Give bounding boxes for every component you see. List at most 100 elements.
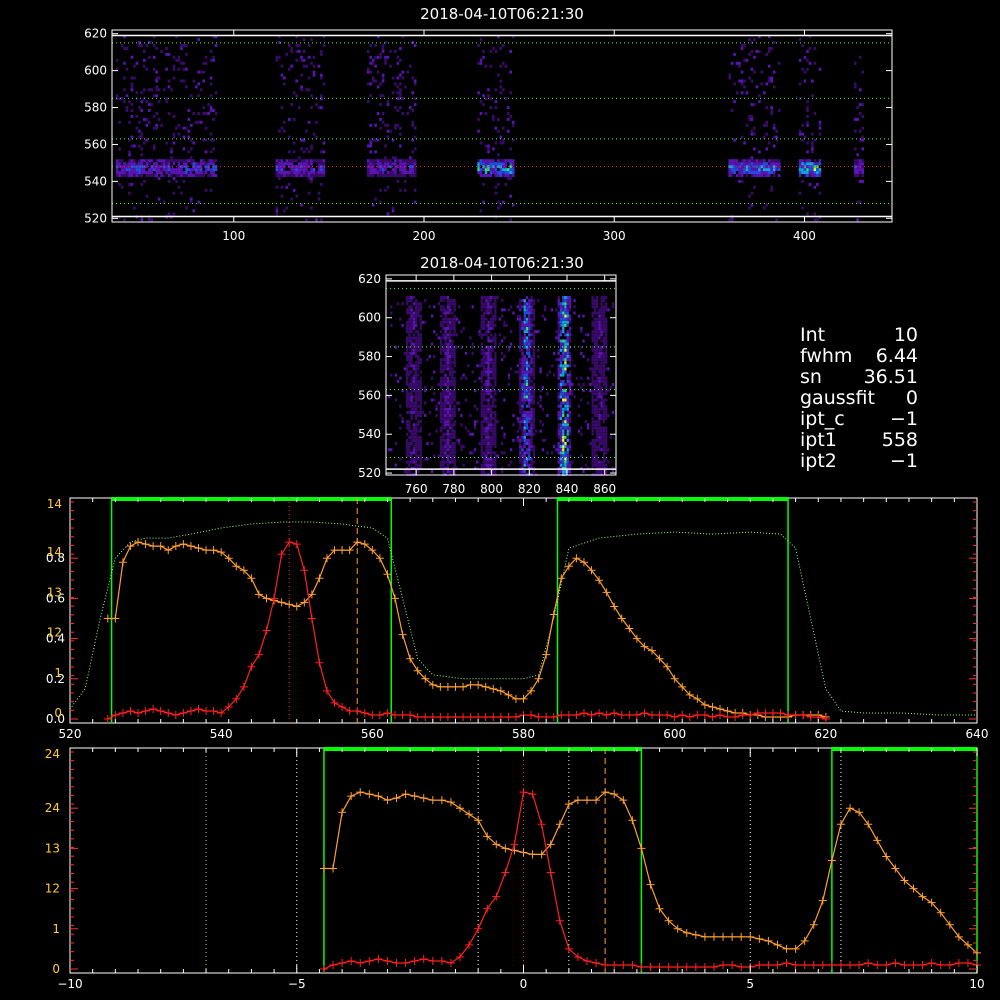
spectrogram-pixel bbox=[451, 410, 454, 414]
spectrogram-pixel bbox=[482, 417, 486, 421]
spectrogram-pixel bbox=[598, 351, 601, 355]
spectrogram-pixel bbox=[433, 355, 436, 358]
spectrogram-pixel bbox=[320, 174, 323, 177]
spectrogram-pixel bbox=[123, 174, 126, 177]
spectrogram-pixel bbox=[446, 435, 449, 439]
spectrogram-pixel bbox=[530, 460, 533, 464]
spectrogram-pixel bbox=[587, 376, 590, 380]
spectrogram-pixel bbox=[559, 317, 563, 321]
spectrogram-pixel bbox=[519, 308, 522, 312]
spectrogram-pixel bbox=[406, 323, 409, 327]
spectrogram-pixel bbox=[566, 355, 569, 358]
spectrogram-pixel bbox=[413, 82, 417, 86]
spectrogram-pixel bbox=[478, 330, 481, 334]
spectrogram-pixel bbox=[564, 445, 567, 449]
spectrogram-pixel bbox=[559, 432, 563, 436]
spectrogram-pixel bbox=[523, 311, 526, 315]
spectrogram-pixel bbox=[408, 442, 411, 445]
spectrogram-pixel bbox=[765, 82, 769, 86]
spectrogram-pixel bbox=[406, 432, 409, 436]
spectrogram-pixel bbox=[384, 58, 387, 62]
spectrogram-pixel bbox=[130, 135, 134, 139]
spectrogram-pixel bbox=[280, 174, 284, 177]
spectrogram-pixel bbox=[568, 314, 572, 318]
spectrogram-pixel bbox=[415, 426, 418, 430]
spectrogram-pixel bbox=[177, 171, 181, 174]
spectrogram-pixel bbox=[593, 463, 597, 467]
spectrogram-pixel bbox=[562, 429, 565, 433]
spectrogram-pixel bbox=[525, 398, 529, 402]
spectrogram-pixel bbox=[856, 171, 859, 174]
spectrogram-pixel bbox=[412, 386, 416, 390]
spectrogram-pixel bbox=[605, 432, 608, 436]
spectrogram-pixel bbox=[530, 407, 533, 411]
spectrogram-pixel bbox=[453, 323, 456, 327]
spectrogram-pixel bbox=[487, 336, 490, 340]
spectrogram-pixel bbox=[401, 174, 405, 177]
spectrogram-pixel bbox=[523, 364, 526, 368]
spectrogram-pixel bbox=[523, 379, 526, 383]
spectrogram-pixel bbox=[564, 355, 567, 358]
spectrogram-pixel bbox=[492, 470, 495, 473]
spectrogram-pixel bbox=[489, 445, 492, 449]
spectrogram-pixel bbox=[509, 162, 512, 166]
spectrogram-pixel bbox=[489, 395, 492, 399]
spectrogram-pixel bbox=[808, 171, 812, 174]
spectrogram-pixel bbox=[480, 302, 483, 306]
spectrogram-pixel bbox=[419, 376, 422, 380]
spectrogram-pixel bbox=[808, 182, 812, 186]
spectrogram-pixel bbox=[442, 451, 445, 455]
spectrogram-pixel bbox=[504, 174, 508, 177]
spectrogram-pixel bbox=[816, 162, 819, 166]
spectrogram-pixel bbox=[415, 383, 418, 386]
spectrogram-pixel bbox=[371, 76, 375, 80]
spectrogram-pixel bbox=[487, 404, 490, 408]
spectrogram-pixel bbox=[292, 141, 296, 145]
spectrogram-pixel bbox=[530, 327, 533, 330]
spectrogram-pixel bbox=[602, 445, 606, 449]
spectrogram-pixel bbox=[494, 336, 497, 340]
spectrogram-pixel bbox=[384, 168, 387, 172]
spectrogram-pixel bbox=[138, 171, 141, 174]
spectrogram-pixel bbox=[492, 320, 495, 324]
spectrogram-pixel bbox=[453, 463, 456, 467]
spectrogram-pixel bbox=[772, 123, 776, 127]
spectrogram-pixel bbox=[212, 159, 215, 163]
spectrogram-pixel bbox=[745, 165, 749, 169]
y-tick-label-red-top: 24 bbox=[45, 747, 60, 761]
spectrogram-pixel bbox=[406, 370, 409, 374]
spectrogram-pixel bbox=[197, 120, 200, 124]
spectrogram-pixel bbox=[209, 106, 213, 110]
spectrogram-pixel bbox=[415, 308, 418, 312]
x-tick-label: −5 bbox=[288, 977, 306, 991]
spectrogram-pixel bbox=[568, 470, 572, 473]
spectrogram-pixel bbox=[537, 355, 540, 358]
spectrogram-pixel bbox=[275, 206, 279, 210]
info-value: 10 bbox=[894, 324, 918, 346]
spectrogram-pixel bbox=[449, 320, 452, 324]
spectrogram-pixel bbox=[519, 373, 522, 377]
spectrogram-pixel bbox=[300, 171, 303, 174]
spectrogram-pixel bbox=[485, 367, 488, 371]
spectrogram-pixel bbox=[559, 345, 563, 349]
spectrogram-pixel bbox=[499, 91, 503, 95]
spectrogram-pixel bbox=[275, 55, 279, 59]
spectrogram-pixel bbox=[410, 361, 413, 365]
spectrogram-pixel bbox=[417, 420, 420, 424]
spectrogram-pixel bbox=[758, 150, 761, 154]
spectrogram-pixel bbox=[192, 174, 196, 177]
spectrogram-pixel bbox=[320, 76, 323, 80]
spectrogram-pixel bbox=[442, 336, 445, 340]
spectrogram-pixel bbox=[143, 179, 146, 183]
spectrogram-pixel bbox=[528, 314, 531, 318]
spectrogram-pixel bbox=[285, 206, 289, 210]
spectrogram-pixel bbox=[295, 168, 298, 172]
spectrogram-pixel bbox=[408, 404, 411, 408]
spectrogram-pixel bbox=[167, 168, 171, 172]
spectrogram-pixel bbox=[152, 168, 156, 172]
spectrogram-pixel bbox=[290, 174, 293, 177]
spectrogram-pixel bbox=[410, 370, 413, 374]
spectrogram-pixel bbox=[562, 330, 565, 334]
spectrogram-pixel bbox=[302, 64, 306, 68]
spectrogram-pixel bbox=[480, 361, 483, 365]
